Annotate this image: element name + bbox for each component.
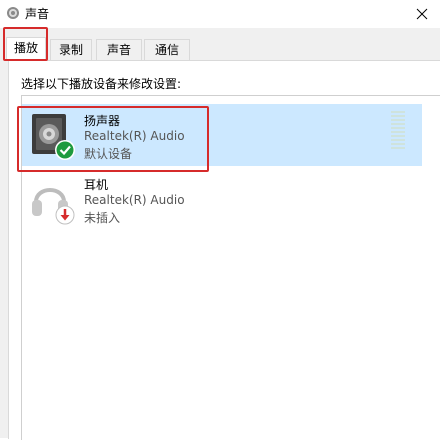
down-arrow-badge-icon — [55, 205, 75, 225]
headphones-icon — [32, 188, 75, 225]
tab-sounds[interactable]: 声音 — [96, 39, 142, 60]
window-title: 声音 — [25, 7, 50, 21]
level-meter-bar — [391, 139, 405, 141]
level-meter-bar — [391, 135, 405, 137]
selection-highlight-box — [17, 106, 209, 172]
level-meter-bar — [391, 123, 405, 125]
level-meter-bar — [391, 119, 405, 121]
level-meter-bar — [391, 147, 405, 149]
device-row-headphones[interactable]: 耳机 Realtek(R) Audio 未插入 — [22, 168, 422, 230]
level-meter-bar — [391, 127, 405, 129]
instruction-text: 选择以下播放设备来修改设置: — [21, 77, 182, 91]
tab-communications[interactable]: 通信 — [144, 39, 190, 60]
device-driver: Realtek(R) Audio — [84, 193, 185, 207]
level-meter-bar — [391, 111, 405, 113]
tab-recording[interactable]: 录制 — [50, 39, 92, 60]
title-bar: 声音 — [0, 0, 440, 28]
close-button[interactable] — [404, 0, 440, 28]
device-status: 未插入 — [84, 211, 121, 225]
volume-level-meter — [391, 111, 405, 151]
device-name: 耳机 — [84, 178, 109, 192]
level-meter-bar — [391, 115, 405, 117]
level-meter-bar — [391, 143, 405, 145]
level-meter-bar — [391, 131, 405, 133]
speaker-app-icon — [7, 7, 19, 19]
close-icon — [416, 8, 428, 20]
tab-highlight-box — [3, 27, 48, 61]
